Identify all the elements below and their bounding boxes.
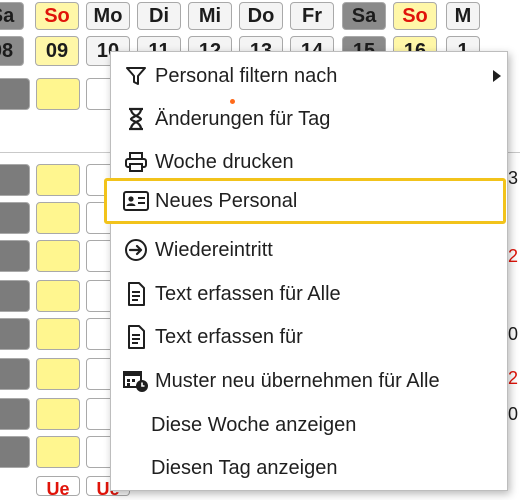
schedule-cell[interactable] [0,436,30,468]
weekday-header[interactable]: Mi [188,2,232,30]
menu-item-label: Text erfassen für Alle [155,282,341,305]
filter-icon [123,63,149,89]
date-cell[interactable]: 08 [0,36,24,66]
date-cell[interactable]: 09 [35,36,79,66]
right-edge-value: 0 [507,324,518,344]
menu-item-label: Woche drucken [155,150,294,173]
schedule-cell[interactable] [0,358,30,390]
schedule-cell[interactable] [0,202,30,234]
schedule-cell[interactable] [0,78,30,110]
menu-item-changes-for-day[interactable]: Änderungen für Tag [111,99,507,139]
menu-item-text-for-all[interactable]: Text erfassen für Alle [111,274,507,314]
context-menu: Personal filtern nach Änderungen für Tag… [104,51,508,491]
menu-item-label: Text erfassen für [155,325,303,348]
menu-item-text-for[interactable]: Text erfassen für [111,317,507,357]
submenu-arrow-icon [493,70,501,82]
schedule-cell[interactable] [0,398,30,430]
re-entry-arrow-icon [123,237,149,263]
schedule-cell[interactable] [36,280,80,312]
document-icon [123,281,149,307]
schedule-cell[interactable] [0,280,30,312]
schedule-cell[interactable] [36,164,80,196]
menu-item-filter-personnel[interactable]: Personal filtern nach [111,56,507,96]
calendar-clock-icon [123,368,149,394]
schedule-cell[interactable] [36,398,80,430]
weekday-header[interactable]: Sa [0,2,24,30]
printer-icon [123,149,149,175]
schedule-cell[interactable] [0,318,30,350]
weekday-header[interactable]: Fr [290,2,334,30]
schedule-cell[interactable] [36,318,80,350]
schedule-cell[interactable] [36,240,80,272]
schedule-cell[interactable] [36,358,80,390]
menu-item-apply-pattern-all[interactable]: Muster neu übernehmen für Alle [111,361,507,401]
schedule-cell[interactable] [36,202,80,234]
notification-dot [230,99,235,104]
right-edge-value: 3 [507,168,518,188]
weekday-header[interactable]: Do [239,2,283,30]
menu-item-re-entry[interactable]: Wiedereintritt [111,230,507,270]
right-edge-value: 2 [507,246,518,266]
weekday-header[interactable]: So [35,2,79,30]
right-edge-value: 2 [507,368,518,388]
document-icon [123,324,149,350]
hourglass-icon [123,106,149,132]
weekday-header[interactable]: So [393,2,437,30]
menu-item-label: Wiedereintritt [155,238,273,261]
schedule-cell-mark[interactable]: Ue [36,476,80,499]
id-card-icon [123,188,149,214]
right-edge-value: 0 [507,404,518,424]
schedule-cell[interactable] [0,240,30,272]
menu-item-label: Muster neu übernehmen für Alle [155,369,440,392]
menu-item-label: Personal filtern nach [155,64,338,87]
menu-item-print-week[interactable]: Woche drucken [111,142,507,182]
schedule-cell[interactable] [36,78,80,110]
schedule-cell[interactable] [36,436,80,468]
menu-item-label: Diese Woche anzeigen [151,413,357,436]
menu-item-new-personnel[interactable]: Neues Personal [104,178,506,224]
menu-item-label: Änderungen für Tag [155,107,331,130]
menu-item-show-day[interactable]: Diesen Tag anzeigen [111,448,507,488]
weekday-header[interactable]: Sa [342,2,386,30]
weekday-header[interactable]: Di [137,2,181,30]
menu-item-label: Diesen Tag anzeigen [151,456,338,479]
weekday-header[interactable]: Mo [86,2,130,30]
weekday-header[interactable]: M [446,2,480,30]
menu-item-show-week[interactable]: Diese Woche anzeigen [111,405,507,445]
schedule-cell[interactable] [0,164,30,196]
menu-item-label: Neues Personal [155,189,298,212]
